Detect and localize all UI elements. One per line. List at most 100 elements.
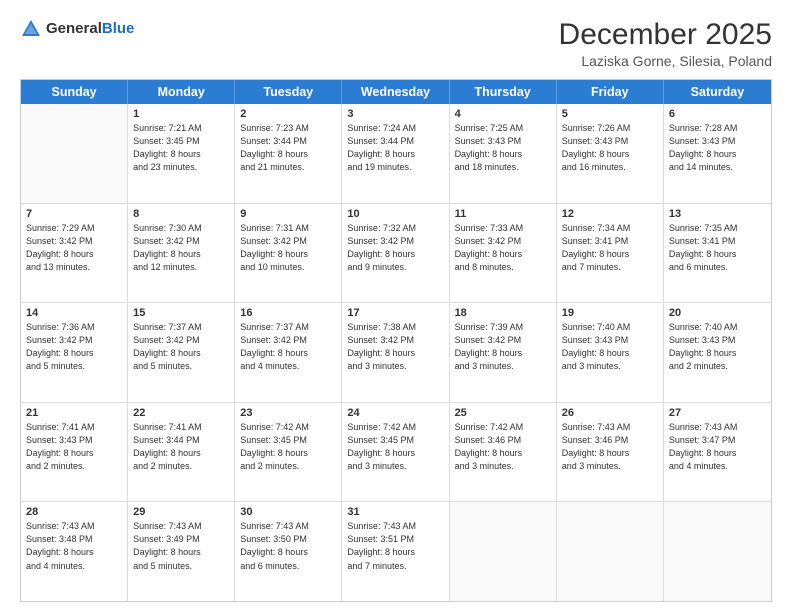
calendar-cell: 8 Sunrise: 7:30 AMSunset: 3:42 PMDaylight…: [128, 204, 235, 303]
main-title: December 2025: [559, 18, 772, 51]
calendar-cell: [557, 502, 664, 601]
day-number: 14: [26, 307, 122, 319]
calendar-header-cell: Monday: [128, 80, 235, 104]
calendar-cell: 13Sunrise: 7:35 AMSunset: 3:41 PMDayligh…: [664, 204, 771, 303]
calendar-cell: 19 Sunrise: 7:40 AMSunset: 3:43 PMDayligh…: [557, 303, 664, 402]
cell-info: Sunrise: 7:36 AMSunset: 3:42 PMDaylight:…: [26, 321, 122, 373]
cell-info: Sunrise: 7:25 AMSunset: 3:43 PMDaylight:…: [455, 122, 551, 174]
day-number: 7: [26, 208, 122, 220]
calendar-header-cell: Thursday: [450, 80, 557, 104]
cell-info: Sunrise: 7:41 AMSunset: 3:43 PMDaylight:…: [26, 421, 122, 473]
calendar-cell: 12 Sunrise: 7:34 AMSunset: 3:41 PMDayligh…: [557, 204, 664, 303]
calendar-cell: [450, 502, 557, 601]
calendar-header: SundayMondayTuesdayWednesdayThursdayFrid…: [21, 80, 771, 104]
calendar-row: 28 Sunrise: 7:43 AMSunset: 3:48 PMDayligh…: [21, 502, 771, 601]
cell-info: Sunrise: 7:42 AMSunset: 3:46 PMDaylight:…: [455, 421, 551, 473]
day-number: 24: [347, 407, 443, 419]
calendar-cell: 5 Sunrise: 7:26 AMSunset: 3:43 PMDaylight…: [557, 104, 664, 203]
logo-general: General: [46, 21, 102, 38]
calendar-cell: 16Sunrise: 7:37 AMSunset: 3:42 PMDayligh…: [235, 303, 342, 402]
cell-info: Sunrise: 7:40 AMSunset: 3:43 PMDaylight:…: [562, 321, 658, 373]
day-number: 17: [347, 307, 443, 319]
day-number: 18: [455, 307, 551, 319]
cell-info: Sunrise: 7:34 AMSunset: 3:41 PMDaylight:…: [562, 222, 658, 274]
cell-info: Sunrise: 7:43 AMSunset: 3:51 PMDaylight:…: [347, 520, 443, 572]
logo: General Blue: [20, 18, 134, 40]
day-number: 8: [133, 208, 229, 220]
calendar-cell: 22 Sunrise: 7:41 AMSunset: 3:44 PMDayligh…: [128, 403, 235, 502]
cell-info: Sunrise: 7:29 AMSunset: 3:42 PMDaylight:…: [26, 222, 122, 274]
day-number: 19: [562, 307, 658, 319]
cell-info: Sunrise: 7:31 AMSunset: 3:42 PMDaylight:…: [240, 222, 336, 274]
logo-blue: Blue: [102, 21, 135, 38]
cell-info: Sunrise: 7:43 AMSunset: 3:49 PMDaylight:…: [133, 520, 229, 572]
cell-info: Sunrise: 7:30 AMSunset: 3:42 PMDaylight:…: [133, 222, 229, 274]
calendar: SundayMondayTuesdayWednesdayThursdayFrid…: [20, 79, 772, 602]
day-number: 29: [133, 506, 229, 518]
day-number: 12: [562, 208, 658, 220]
calendar-cell: 2 Sunrise: 7:23 AMSunset: 3:44 PMDaylight…: [235, 104, 342, 203]
cell-info: Sunrise: 7:37 AMSunset: 3:42 PMDaylight:…: [133, 321, 229, 373]
calendar-cell: 28 Sunrise: 7:43 AMSunset: 3:48 PMDayligh…: [21, 502, 128, 601]
day-number: 25: [455, 407, 551, 419]
calendar-cell: 24 Sunrise: 7:42 AMSunset: 3:45 PMDayligh…: [342, 403, 449, 502]
calendar-cell: 30Sunrise: 7:43 AMSunset: 3:50 PMDayligh…: [235, 502, 342, 601]
cell-info: Sunrise: 7:43 AMSunset: 3:48 PMDaylight:…: [26, 520, 122, 572]
cell-info: Sunrise: 7:26 AMSunset: 3:43 PMDaylight:…: [562, 122, 658, 174]
day-number: 11: [455, 208, 551, 220]
day-number: 26: [562, 407, 658, 419]
calendar-cell: [664, 502, 771, 601]
calendar-cell: 4Sunrise: 7:25 AMSunset: 3:43 PMDaylight…: [450, 104, 557, 203]
cell-info: Sunrise: 7:41 AMSunset: 3:44 PMDaylight:…: [133, 421, 229, 473]
calendar-cell: 17Sunrise: 7:38 AMSunset: 3:42 PMDayligh…: [342, 303, 449, 402]
cell-info: Sunrise: 7:42 AMSunset: 3:45 PMDaylight:…: [240, 421, 336, 473]
calendar-cell: 15 Sunrise: 7:37 AMSunset: 3:42 PMDayligh…: [128, 303, 235, 402]
header: General Blue December 2025 Laziska Gorne…: [20, 18, 772, 69]
day-number: 2: [240, 108, 336, 120]
calendar-cell: 31 Sunrise: 7:43 AMSunset: 3:51 PMDayligh…: [342, 502, 449, 601]
cell-info: Sunrise: 7:21 AMSunset: 3:45 PMDaylight:…: [133, 122, 229, 174]
calendar-header-cell: Wednesday: [342, 80, 449, 104]
calendar-cell: 25 Sunrise: 7:42 AMSunset: 3:46 PMDayligh…: [450, 403, 557, 502]
day-number: 5: [562, 108, 658, 120]
logo-icon: [20, 18, 42, 40]
cell-info: Sunrise: 7:23 AMSunset: 3:44 PMDaylight:…: [240, 122, 336, 174]
calendar-body: 1 Sunrise: 7:21 AMSunset: 3:45 PMDaylight…: [21, 104, 771, 601]
day-number: 31: [347, 506, 443, 518]
cell-info: Sunrise: 7:40 AMSunset: 3:43 PMDaylight:…: [669, 321, 766, 373]
day-number: 6: [669, 108, 766, 120]
cell-info: Sunrise: 7:43 AMSunset: 3:46 PMDaylight:…: [562, 421, 658, 473]
cell-info: Sunrise: 7:24 AMSunset: 3:44 PMDaylight:…: [347, 122, 443, 174]
calendar-row: 21Sunrise: 7:41 AMSunset: 3:43 PMDayligh…: [21, 403, 771, 503]
calendar-cell: 10Sunrise: 7:32 AMSunset: 3:42 PMDayligh…: [342, 204, 449, 303]
calendar-cell: 6Sunrise: 7:28 AMSunset: 3:43 PMDaylight…: [664, 104, 771, 203]
calendar-cell: 18 Sunrise: 7:39 AMSunset: 3:42 PMDayligh…: [450, 303, 557, 402]
calendar-cell: 3Sunrise: 7:24 AMSunset: 3:44 PMDaylight…: [342, 104, 449, 203]
cell-info: Sunrise: 7:39 AMSunset: 3:42 PMDaylight:…: [455, 321, 551, 373]
sub-title: Laziska Gorne, Silesia, Poland: [559, 53, 772, 69]
day-number: 15: [133, 307, 229, 319]
day-number: 23: [240, 407, 336, 419]
day-number: 22: [133, 407, 229, 419]
page: General Blue December 2025 Laziska Gorne…: [0, 0, 792, 612]
calendar-row: 7 Sunrise: 7:29 AMSunset: 3:42 PMDaylight…: [21, 204, 771, 304]
title-block: December 2025 Laziska Gorne, Silesia, Po…: [559, 18, 772, 69]
calendar-cell: [21, 104, 128, 203]
day-number: 28: [26, 506, 122, 518]
day-number: 10: [347, 208, 443, 220]
day-number: 13: [669, 208, 766, 220]
calendar-cell: 20Sunrise: 7:40 AMSunset: 3:43 PMDayligh…: [664, 303, 771, 402]
day-number: 1: [133, 108, 229, 120]
cell-info: Sunrise: 7:37 AMSunset: 3:42 PMDaylight:…: [240, 321, 336, 373]
cell-info: Sunrise: 7:42 AMSunset: 3:45 PMDaylight:…: [347, 421, 443, 473]
calendar-cell: 1 Sunrise: 7:21 AMSunset: 3:45 PMDaylight…: [128, 104, 235, 203]
calendar-cell: 14 Sunrise: 7:36 AMSunset: 3:42 PMDayligh…: [21, 303, 128, 402]
day-number: 27: [669, 407, 766, 419]
calendar-cell: 27 Sunrise: 7:43 AMSunset: 3:47 PMDayligh…: [664, 403, 771, 502]
cell-info: Sunrise: 7:43 AMSunset: 3:47 PMDaylight:…: [669, 421, 766, 473]
calendar-cell: 26 Sunrise: 7:43 AMSunset: 3:46 PMDayligh…: [557, 403, 664, 502]
calendar-cell: 21Sunrise: 7:41 AMSunset: 3:43 PMDayligh…: [21, 403, 128, 502]
cell-info: Sunrise: 7:43 AMSunset: 3:50 PMDaylight:…: [240, 520, 336, 572]
calendar-cell: 29 Sunrise: 7:43 AMSunset: 3:49 PMDayligh…: [128, 502, 235, 601]
calendar-cell: 7 Sunrise: 7:29 AMSunset: 3:42 PMDaylight…: [21, 204, 128, 303]
